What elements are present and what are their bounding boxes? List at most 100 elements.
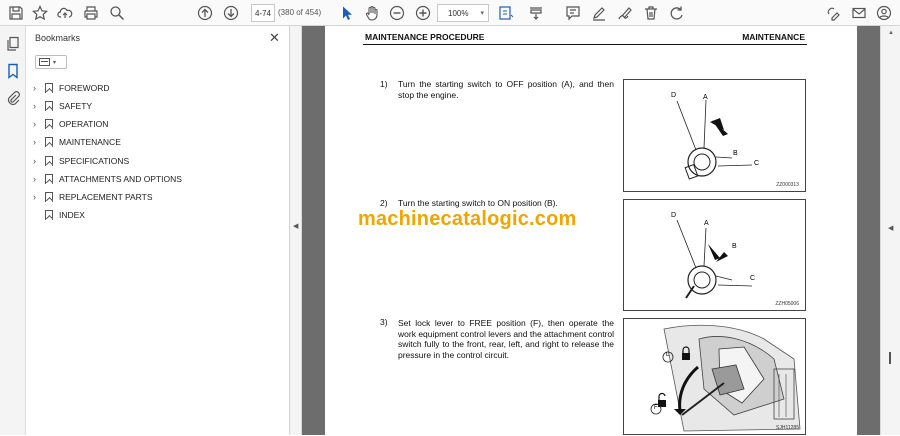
pdf-page: MAINTENANCE PROCEDURE MAINTENANCE 1) Tur… [325,26,857,435]
page-number-input[interactable]: 4-74 [251,4,275,22]
scrollbar-thumb[interactable] [889,352,891,364]
hand-tool-icon[interactable] [362,3,382,23]
bookmark-flag-icon [45,210,53,220]
chevron-down-icon: ▾ [53,59,57,66]
zoom-value: 100% [448,8,469,18]
bookmark-flag-icon [45,101,53,111]
figure-switch-on: D A B C ZZH05006 [623,199,806,311]
upload-cloud-icon[interactable] [55,3,75,23]
navigation-rail [0,26,26,435]
bookmark-options-button[interactable]: ▾ [35,55,67,69]
chevron-right-icon[interactable]: › [33,192,43,202]
bookmark-item-index[interactable]: INDEX [33,207,85,223]
redo-icon[interactable] [667,3,687,23]
step-text: Set lock lever to FREE position (F), the… [398,318,614,360]
watermark: machinecatalogic.com [358,208,577,230]
panel-title: Bookmarks [35,33,81,43]
bookmarks-panel: Bookmarks ✕ ▾ › FOREWORD › SAFETY › OPER… [26,26,290,435]
star-icon[interactable] [30,3,50,23]
zoom-in-icon[interactable] [413,3,433,23]
bookmark-label: MAINTENANCE [59,137,121,147]
figure-label: B [733,150,738,157]
bookmark-flag-icon [45,83,53,93]
mail-icon[interactable] [849,3,869,23]
header-rule [363,44,807,45]
account-icon[interactable] [874,3,894,23]
bookmark-flag-icon [45,137,53,147]
figure-label: D [671,92,677,99]
step-text: Turn the starting switch to OFF position… [398,79,614,100]
figure-label: B [732,243,737,250]
figure-code: ZZH05006 [775,301,799,307]
bookmark-flag-icon [45,119,53,129]
figure-lock-lever: L F SJH11285 [623,318,806,435]
collapse-panel-icon[interactable]: ◀ [293,222,298,230]
figure-code: ZZ000313 [776,182,799,188]
step-number: 2) [380,198,388,208]
key-switch-diagram-off [676,99,753,180]
bookmark-item-safety[interactable]: › SAFETY [33,98,92,114]
bookmark-label: INDEX [59,210,85,220]
chevron-right-icon[interactable]: › [33,101,43,111]
step-number: 3) [380,317,388,327]
bookmark-flag-icon [45,156,53,166]
bookmark-icon[interactable] [5,63,21,79]
page-header-right: MAINTENANCE [742,32,805,42]
figure-label: D [671,212,677,219]
attachment-icon[interactable] [5,90,21,106]
scroll-mode-icon[interactable] [526,3,546,23]
bookmark-item-attachments[interactable]: › ATTACHMENTS AND OPTIONS [33,171,182,187]
chevron-right-icon[interactable]: › [33,156,43,166]
chevron-right-icon[interactable]: › [33,83,43,93]
chevron-right-icon[interactable]: › [33,174,43,184]
sign-icon[interactable] [615,3,635,23]
delete-icon[interactable] [641,3,661,23]
lock-lever-diagram [650,324,801,432]
step-text: Turn the starting switch to ON position … [398,198,558,208]
bookmark-label: SPECIFICATIONS [59,156,130,166]
chevron-right-icon[interactable]: › [33,119,43,129]
print-icon[interactable] [81,3,101,23]
vertical-scrollbar[interactable]: ▲ ◀ [880,26,900,435]
key-switch-diagram-on [676,219,753,299]
next-page-icon[interactable] [221,3,241,23]
step-number: 1) [380,79,388,89]
bookmark-label: REPLACEMENT PARTS [59,192,153,202]
comment-icon[interactable] [563,3,583,23]
bookmark-item-replacement-parts[interactable]: › REPLACEMENT PARTS [33,189,153,205]
save-icon[interactable] [6,3,26,23]
close-icon[interactable]: ✕ [269,30,280,46]
document-viewport[interactable]: MAINTENANCE PROCEDURE MAINTENANCE 1) Tur… [302,26,880,435]
figure-label: A [703,94,708,101]
bookmark-item-foreword[interactable]: › FOREWORD [33,80,110,96]
panel-splitter[interactable]: ◀ [290,26,302,435]
figure-label: L [666,352,670,358]
bookmark-label: ATTACHMENTS AND OPTIONS [59,174,182,184]
list-options-icon [39,58,50,66]
bookmark-item-maintenance[interactable]: › MAINTENANCE [33,134,121,150]
figure-code: SJH11285 [776,425,799,431]
select-cursor-icon[interactable] [337,3,357,23]
zoom-select[interactable]: 100% ▾ [437,4,489,22]
chevron-right-icon[interactable]: › [33,137,43,147]
figure-label: A [704,220,709,227]
bookmark-label: FOREWORD [59,83,110,93]
bookmark-item-specifications[interactable]: › SPECIFICATIONS [33,153,129,169]
figure-label: C [750,275,756,282]
page-count: (380 of 454) [278,8,322,17]
zoom-out-icon[interactable] [387,3,407,23]
highlight-pen-icon[interactable] [589,3,609,23]
scroll-up-icon[interactable]: ▲ [888,30,894,36]
bookmark-flag-icon [45,192,53,202]
previous-page-icon[interactable] [195,3,215,23]
edit-link-icon[interactable] [824,3,844,23]
expand-right-panel-icon[interactable]: ◀ [888,224,893,232]
bookmark-item-operation[interactable]: › OPERATION [33,116,108,132]
bookmark-flag-icon [45,174,53,184]
figure-label: F [654,405,658,411]
search-icon[interactable] [107,3,127,23]
page-header-left: MAINTENANCE PROCEDURE [365,32,485,42]
bookmark-label: SAFETY [59,101,93,111]
copy-pages-icon[interactable] [5,36,21,52]
fit-page-icon[interactable] [496,3,516,23]
